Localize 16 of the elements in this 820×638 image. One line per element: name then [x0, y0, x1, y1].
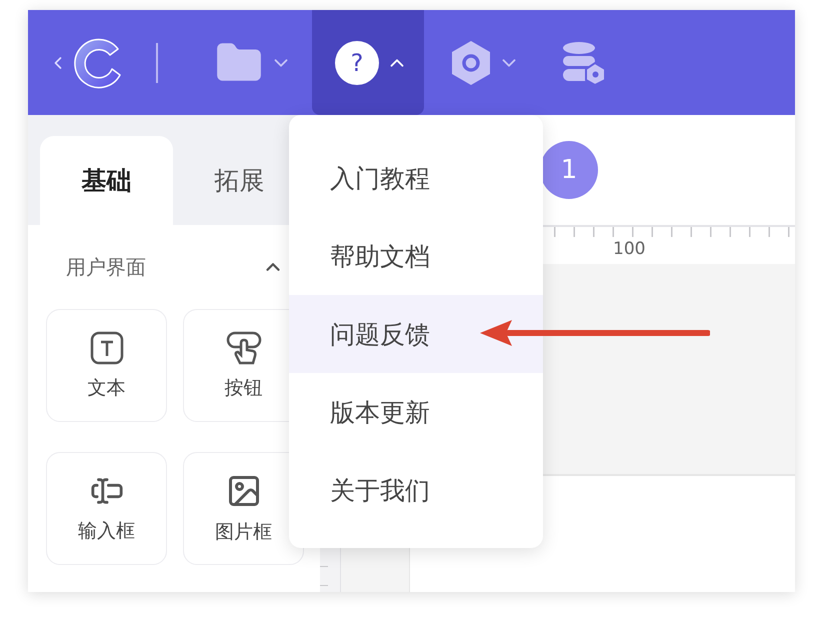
- sidebar-tab[interactable]: 基础: [40, 136, 173, 225]
- help-menu-button[interactable]: ?: [312, 10, 424, 115]
- section-title: 用户界面: [66, 254, 146, 280]
- tile-label: 按钮: [224, 376, 262, 400]
- tap-icon: [226, 330, 262, 364]
- step-badge: 1: [540, 141, 598, 199]
- menu-item[interactable]: 问题反馈: [289, 295, 543, 373]
- tile-label: 输入框: [78, 518, 135, 544]
- hexagon-icon: [450, 40, 492, 86]
- component-tile[interactable]: 文本: [46, 309, 167, 422]
- help-icon: ?: [334, 40, 380, 86]
- text-icon: [90, 330, 124, 364]
- tile-label: 图片框: [215, 520, 272, 544]
- ruler-label: 100: [613, 239, 646, 259]
- component-tile[interactable]: 输入框: [46, 452, 167, 565]
- tile-label: 文本: [88, 376, 126, 400]
